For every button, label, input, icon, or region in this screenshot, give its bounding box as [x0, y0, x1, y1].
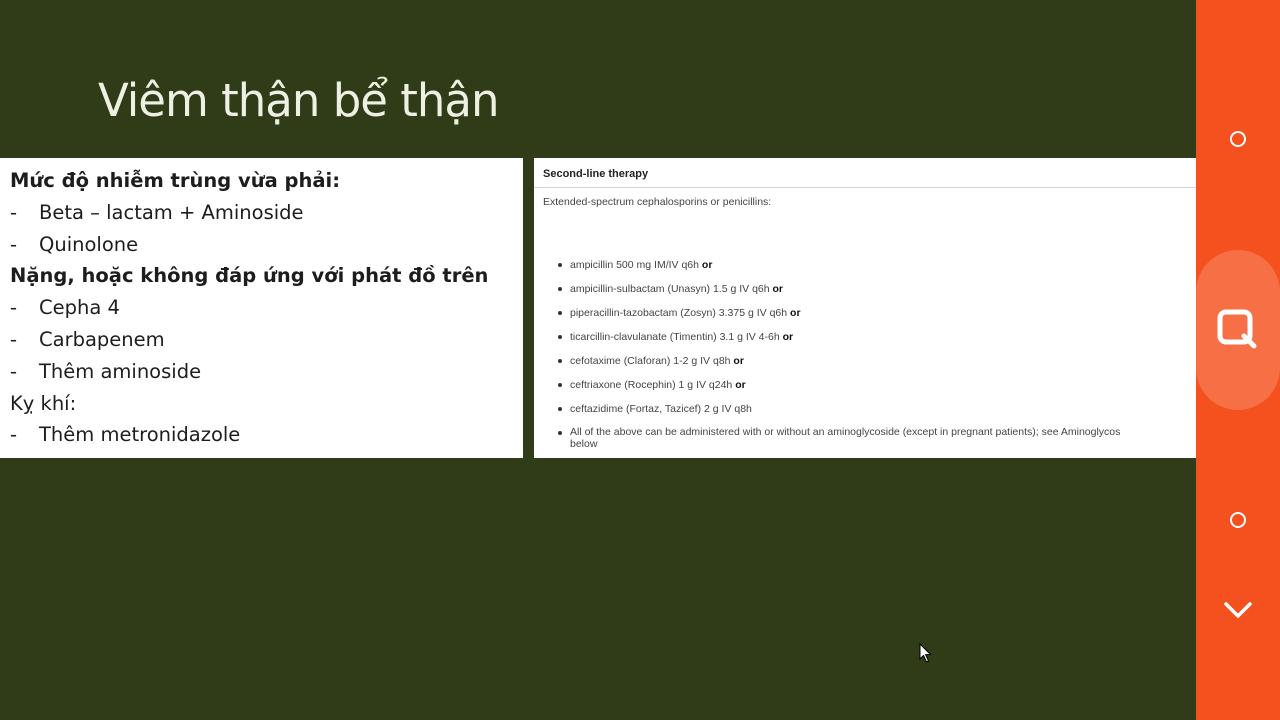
- therapy-item: ticarcillin-clavulanate (Timentin) 3.1 g…: [534, 330, 1196, 354]
- bullet-text: Thêm metronidazole: [39, 423, 241, 447]
- therapy-item-text: ampicillin-sulbactam (Unasyn) 1.5 g IV q…: [570, 283, 770, 295]
- therapy-item-text: ampicillin 500 mg IM/IV q6h: [570, 259, 699, 271]
- bullet-dash: -: [10, 232, 18, 256]
- bullet-dot-icon: [558, 407, 562, 411]
- bullet-text: Quinolone: [39, 232, 139, 256]
- therapy-item-text: cefotaxime (Claforan) 1-2 g IV q8h: [570, 355, 731, 367]
- bullet-item: - Cepha 4: [10, 292, 523, 324]
- bullet-text: Carbapenem: [39, 327, 165, 351]
- therapy-item-text: ceftriaxone (Rocephin) 1 g IV q24h: [570, 379, 733, 391]
- severe-infection-heading: Nặng, hoặc không đáp ứng với phát đồ trê…: [10, 264, 489, 288]
- bullet-dot-icon: [558, 263, 562, 267]
- therapy-item: ampicillin 500 mg IM/IV q6h or: [534, 258, 1196, 282]
- chevron-down-icon: [1224, 602, 1252, 618]
- or-label: or: [790, 307, 801, 319]
- mouse-cursor-icon: [919, 643, 932, 663]
- bullet-dash: -: [10, 359, 18, 383]
- bullet-dash: -: [10, 200, 18, 224]
- side-control-panel: [1196, 0, 1280, 720]
- therapy-item: ceftazidime (Fortaz, Tazicef) 2 g IV q8h: [534, 402, 1196, 426]
- therapy-item-text: ceftazidime (Fortaz, Tazicef) 2 g IV q8h: [570, 403, 752, 415]
- bullet-dot-icon: [558, 287, 562, 291]
- or-label: or: [772, 283, 784, 295]
- therapy-item: piperacillin-tazobactam (Zosyn) 3.375 g …: [534, 306, 1196, 330]
- therapy-header: Second-line therapy: [534, 158, 1196, 188]
- therapy-item: ceftriaxone (Rocephin) 1 g IV q24h or: [534, 378, 1196, 402]
- bullet-item: - Quinolone: [10, 229, 523, 261]
- or-label: or: [782, 331, 794, 343]
- therapy-item-note: All of the above can be administered wit…: [534, 426, 1196, 456]
- bullet-item: - Thêm aminoside: [10, 356, 523, 388]
- circle-button-bottom[interactable]: [1218, 500, 1258, 540]
- bullet-text: Beta – lactam + Aminoside: [39, 200, 304, 224]
- therapy-item-text: ticarcillin-clavulanate (Timentin) 3.1 g…: [570, 331, 780, 343]
- bullet-dot-icon: [558, 383, 562, 387]
- therapy-item-text: piperacillin-tazobactam (Zosyn) 3.375 g …: [570, 307, 788, 319]
- slide-title: Viêm thận bể thận: [98, 74, 500, 127]
- collapse-button[interactable]: [1218, 590, 1258, 630]
- bullet-text: Thêm aminoside: [39, 359, 202, 383]
- bullet-dot-icon: [558, 311, 562, 315]
- therapy-note-text: All of the above can be administered wit…: [570, 426, 1121, 438]
- bullet-item: - Beta – lactam + Aminoside: [10, 197, 523, 229]
- left-text-panel: Mức độ nhiễm trùng vừa phải: - Beta – lac…: [0, 158, 523, 458]
- or-label: or: [733, 355, 744, 367]
- bullet-item: - Thêm metronidazole: [10, 419, 523, 451]
- therapy-intro: Extended-spectrum cephalosporins or peni…: [543, 196, 772, 208]
- bullet-dash: -: [10, 327, 18, 351]
- therapy-screenshot-panel: Second-line therapy Extended-spectrum ce…: [534, 158, 1196, 458]
- circle-icon: [1230, 131, 1246, 147]
- therapy-item: cefotaxime (Claforan) 1-2 g IV q8h or: [534, 354, 1196, 378]
- bullet-item: - Carbapenem: [10, 324, 523, 356]
- bullet-text: Cepha 4: [39, 296, 120, 320]
- bullet-dot-icon: [558, 335, 562, 339]
- zoom-button[interactable]: [1196, 250, 1280, 410]
- slide: Viêm thận bể thận Mức độ nhiễm trùng vừa…: [0, 0, 1196, 720]
- bullet-dash: -: [10, 296, 18, 320]
- or-label: or: [735, 379, 746, 391]
- bullet-dash: -: [10, 423, 18, 447]
- anaerobic-label: Kỵ khí:: [10, 391, 77, 415]
- therapy-note-continuation: below: [570, 438, 598, 450]
- bullet-dot-icon: [558, 359, 562, 363]
- therapy-item: ampicillin-sulbactam (Unasyn) 1.5 g IV q…: [534, 282, 1196, 306]
- circle-button-top[interactable]: [1218, 119, 1258, 159]
- moderate-infection-heading: Mức độ nhiễm trùng vừa phải:: [10, 169, 341, 192]
- magnify-square-icon: [1217, 309, 1257, 349]
- circle-icon: [1230, 512, 1246, 528]
- bullet-dot-icon: [558, 431, 562, 435]
- therapy-list: ampicillin 500 mg IM/IV q6h or ampicilli…: [534, 258, 1196, 456]
- or-label: or: [701, 259, 713, 271]
